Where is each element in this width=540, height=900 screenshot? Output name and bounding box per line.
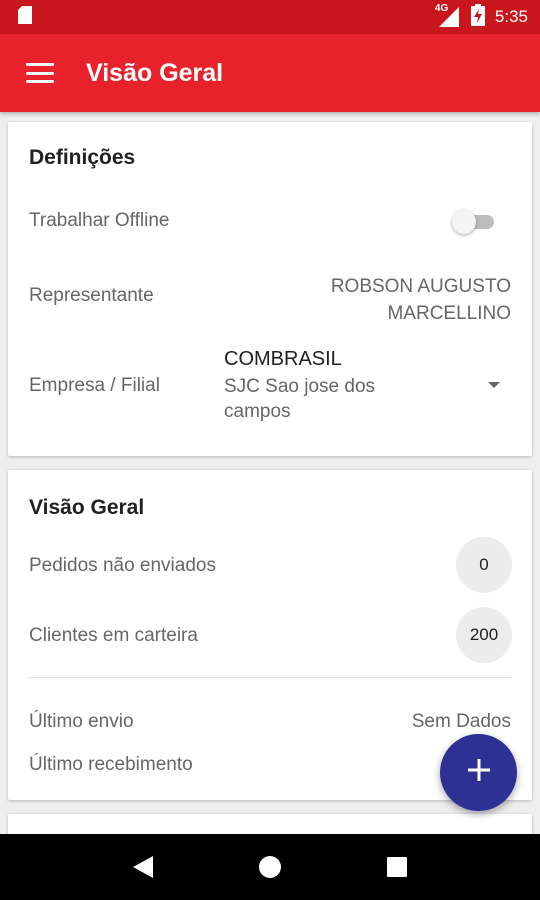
offline-label: Trabalhar Offline bbox=[29, 210, 170, 231]
battery-charging-icon bbox=[470, 3, 485, 31]
empresa-value: COMBRASIL bbox=[224, 348, 342, 370]
empresa-label: Empresa / Filial bbox=[29, 375, 160, 396]
app-bar: Visão Geral bbox=[0, 34, 540, 112]
plus-icon bbox=[467, 759, 490, 786]
pedidos-label: Pedidos não enviados bbox=[29, 555, 216, 576]
empresa-filial-select[interactable]: COMBRASIL SJC Sao jose dos campos bbox=[224, 346, 514, 426]
status-bar: 4G 5:35 bbox=[0, 0, 540, 34]
network-type-label: 4G bbox=[434, 3, 449, 14]
ultimo-recebimento-label: Último recebimento bbox=[29, 754, 193, 775]
recents-icon[interactable] bbox=[377, 847, 417, 887]
filial-value: SJC Sao jose dos campos bbox=[224, 376, 376, 422]
back-icon[interactable] bbox=[123, 847, 163, 887]
signal-icon: 4G bbox=[435, 3, 461, 27]
offline-toggle[interactable] bbox=[452, 210, 498, 234]
page-title: Visão Geral bbox=[86, 58, 224, 87]
clientes-label: Clientes em carteira bbox=[29, 625, 198, 646]
hamburger-menu-icon[interactable] bbox=[26, 63, 54, 83]
status-time: 5:35 bbox=[494, 7, 528, 26]
representante-value: ROBSON AUGUSTO MARCELLINO bbox=[251, 273, 511, 327]
pedidos-count-badge[interactable]: 0 bbox=[456, 537, 512, 593]
definitions-card: Definições Trabalhar Offline Representan… bbox=[8, 122, 532, 456]
overview-title: Visão Geral bbox=[29, 496, 145, 519]
sd-card-icon bbox=[18, 5, 32, 29]
definitions-title: Definições bbox=[29, 146, 136, 169]
clientes-count-badge[interactable]: 200 bbox=[456, 607, 512, 663]
representante-line-1: ROBSON AUGUSTO bbox=[330, 276, 511, 297]
system-nav-bar bbox=[0, 834, 540, 900]
representante-label: Representante bbox=[29, 285, 154, 306]
representante-line-2: MARCELLINO bbox=[387, 303, 511, 324]
home-icon[interactable] bbox=[250, 847, 290, 887]
dropdown-arrow-icon bbox=[488, 382, 500, 388]
add-fab-button[interactable] bbox=[440, 734, 517, 811]
divider bbox=[29, 677, 511, 678]
ultimo-envio-label: Último envio bbox=[29, 711, 134, 732]
ultimo-envio-value: Sem Dados bbox=[411, 711, 511, 732]
